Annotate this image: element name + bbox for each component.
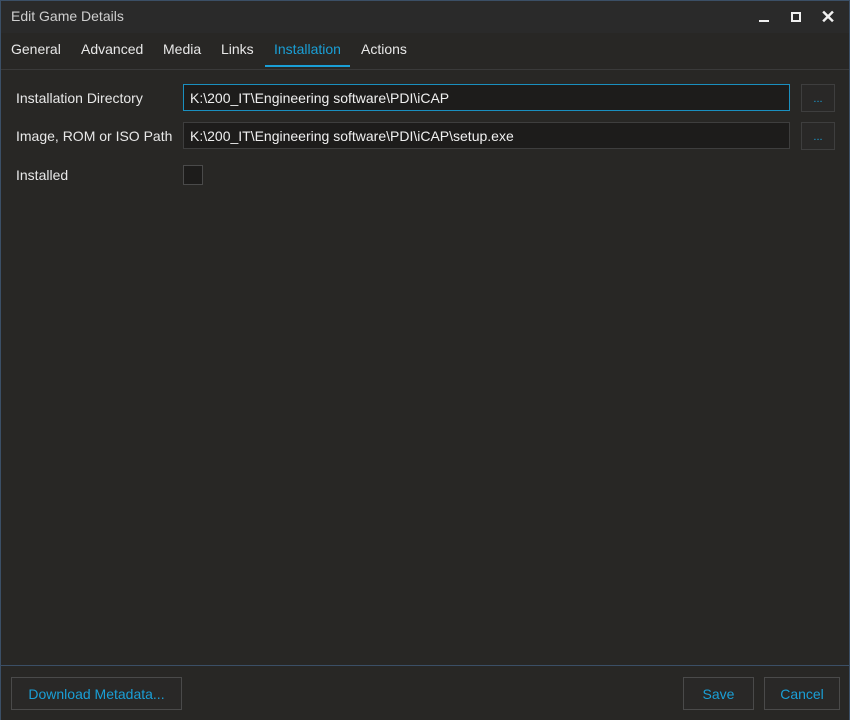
tab-bar: General Advanced Media Links Installatio… bbox=[1, 35, 849, 70]
image-path-browse-button[interactable]: ... bbox=[801, 122, 835, 150]
tab-actions[interactable]: Actions bbox=[361, 41, 407, 67]
download-metadata-button[interactable]: Download Metadata... bbox=[11, 677, 182, 710]
tab-advanced[interactable]: Advanced bbox=[81, 41, 143, 67]
installed-label: Installed bbox=[16, 167, 69, 183]
close-icon: ✕ bbox=[820, 7, 836, 27]
image-path-label: Image, ROM or ISO Path bbox=[16, 128, 173, 144]
install-dir-input[interactable] bbox=[183, 84, 790, 111]
maximize-icon bbox=[791, 12, 801, 22]
close-button[interactable]: ✕ bbox=[815, 5, 841, 29]
tab-installation[interactable]: Installation bbox=[265, 41, 350, 67]
tab-general[interactable]: General bbox=[11, 41, 61, 67]
minimize-button[interactable] bbox=[751, 5, 777, 29]
window-title: Edit Game Details bbox=[11, 8, 124, 24]
minimize-icon bbox=[759, 20, 769, 22]
edit-game-details-window: Edit Game Details ✕ General Advanced Med… bbox=[0, 0, 850, 720]
cancel-button[interactable]: Cancel bbox=[764, 677, 840, 710]
footer-bar: Download Metadata... Save Cancel bbox=[1, 665, 849, 720]
install-dir-browse-button[interactable]: ... bbox=[801, 84, 835, 112]
tab-links[interactable]: Links bbox=[221, 41, 254, 67]
tab-media[interactable]: Media bbox=[163, 41, 201, 67]
save-button[interactable]: Save bbox=[683, 677, 754, 710]
maximize-button[interactable] bbox=[783, 5, 809, 29]
installed-checkbox[interactable] bbox=[183, 165, 203, 185]
install-dir-label: Installation Directory bbox=[16, 90, 143, 106]
title-bar[interactable]: Edit Game Details ✕ bbox=[1, 1, 849, 33]
image-path-input[interactable] bbox=[183, 122, 790, 149]
